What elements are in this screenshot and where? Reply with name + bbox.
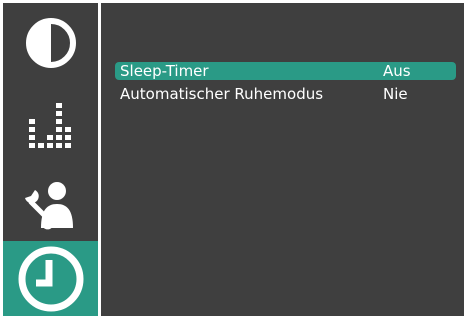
settings-panel: Sleep-Timer Aus Automatischer Ruhemodus …: [101, 3, 464, 316]
equalizer-icon: [28, 103, 71, 148]
sidebar: [3, 3, 98, 316]
sidebar-item-sound[interactable]: [3, 91, 98, 163]
menu-row-sleep-timer[interactable]: Sleep-Timer Aus: [115, 62, 456, 80]
menu-row-label: Automatischer Ruhemodus: [120, 85, 324, 103]
clock-icon: [18, 246, 83, 311]
sidebar-item-timer[interactable]: [3, 241, 98, 316]
sidebar-item-picture[interactable]: [3, 7, 98, 79]
menu-row-label: Sleep-Timer: [120, 62, 209, 80]
osd-screen: Sleep-Timer Aus Automatischer Ruhemodus …: [3, 3, 464, 316]
settings-user-icon: [24, 182, 73, 230]
menu-row-value: Aus: [383, 62, 411, 80]
contrast-icon: [25, 18, 76, 68]
sidebar-item-settings[interactable]: [3, 171, 98, 241]
menu-row-auto-sleep[interactable]: Automatischer Ruhemodus Nie: [115, 85, 456, 103]
menu-row-value: Nie: [383, 85, 408, 103]
